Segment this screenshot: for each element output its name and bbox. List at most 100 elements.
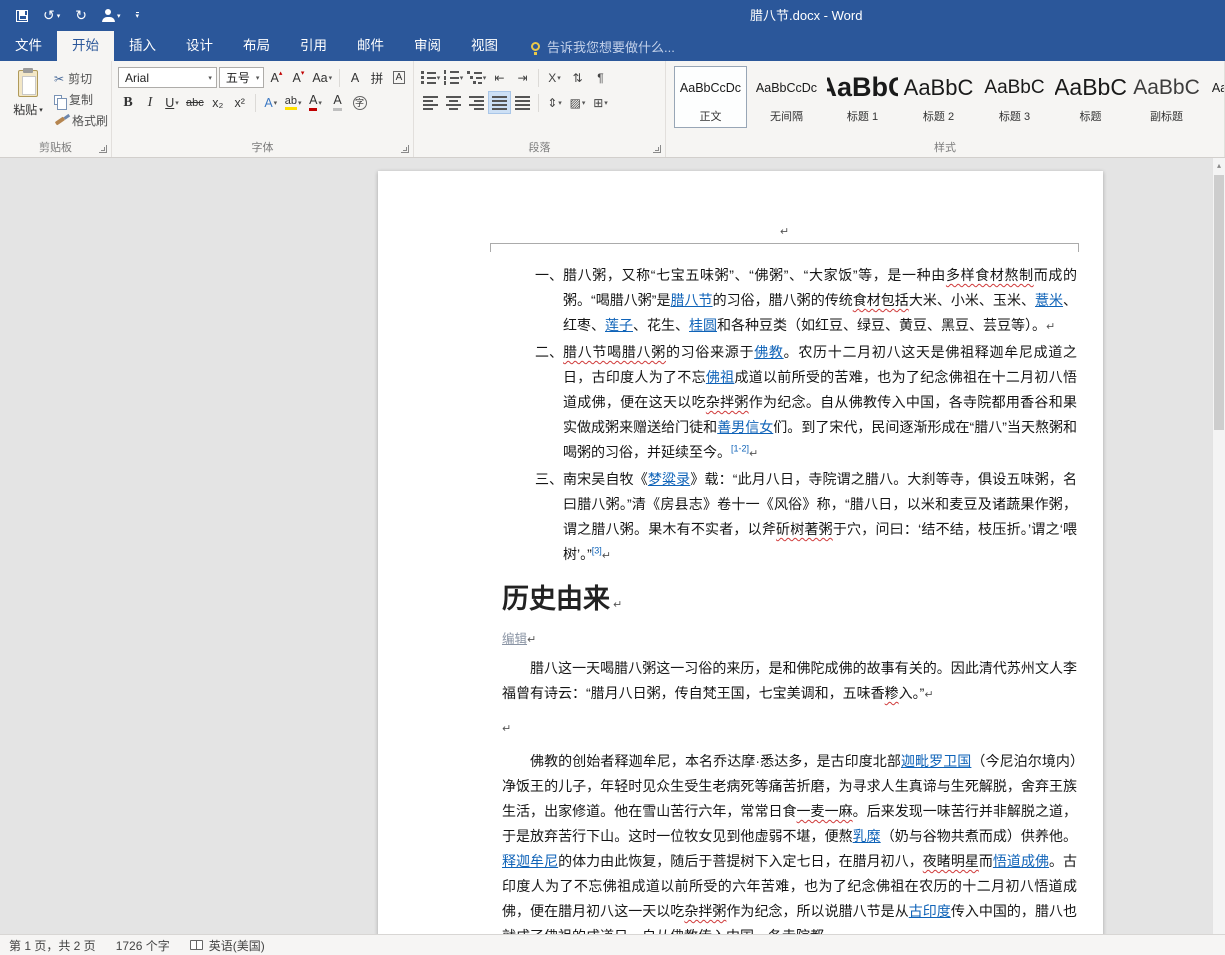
hyperlink[interactable]: 薏米	[1035, 292, 1063, 308]
undo-button[interactable]: ↺▾	[43, 7, 60, 24]
hyperlink[interactable]: 梦粱录	[648, 471, 690, 487]
tab-design[interactable]: 设计	[171, 31, 228, 61]
clipboard-dialog-launcher[interactable]	[99, 145, 107, 153]
hyperlink[interactable]: 腊八节	[671, 292, 713, 308]
page-number-indicator[interactable]: 第 1 页，共 2 页	[9, 937, 96, 954]
list-item: 三、南宋吴自牧《梦粱录》载：“此月八日，寺院谓之腊八。大刹等寺，俱设五味粥，名曰…	[563, 467, 1077, 569]
paste-dropdown-icon[interactable]: ▾	[39, 106, 43, 114]
style-heading-2[interactable]: AaBbC 标题 2	[902, 66, 975, 128]
align-left-button[interactable]	[420, 92, 441, 113]
tab-mailings[interactable]: 邮件	[342, 31, 399, 61]
numbering-button[interactable]: ▾	[443, 67, 464, 88]
user-account-button[interactable]: ▾	[102, 9, 121, 22]
grow-font-button[interactable]: A▴	[266, 67, 286, 88]
redo-button[interactable]: ↻	[75, 7, 87, 24]
borders-button[interactable]: ⊞▾	[590, 92, 611, 113]
font-color-button[interactable]: A▾	[306, 92, 326, 113]
style-subtitle[interactable]: AaBbC 副标题	[1130, 66, 1203, 128]
align-right-button[interactable]	[466, 92, 487, 113]
hyperlink[interactable]: 莲子	[605, 317, 633, 333]
text-run: 大米、小米、玉米、	[909, 292, 1035, 308]
hyperlink[interactable]: 桂圆	[689, 317, 717, 333]
decrease-indent-button[interactable]: ⇤	[489, 67, 510, 88]
hyperlink[interactable]: 迦毗罗卫国	[901, 753, 971, 769]
cut-button[interactable]: ✂剪切	[54, 70, 108, 87]
tab-file[interactable]: 文件	[0, 31, 57, 61]
italic-button[interactable]: I	[140, 92, 160, 113]
justify-button[interactable]	[489, 92, 510, 113]
asian-layout-button[interactable]: X▾	[544, 67, 565, 88]
save-button[interactable]	[16, 10, 28, 22]
font-dialog-launcher[interactable]	[401, 145, 409, 153]
phonetic-guide-button[interactable]: 拼	[367, 67, 387, 88]
text-effects-button[interactable]: A▾	[261, 92, 281, 113]
style-heading-1[interactable]: AaBbC 标题 1	[826, 66, 899, 128]
style-no-spacing[interactable]: AaBbCcDc 无间隔	[750, 66, 823, 128]
undo-dropdown-icon[interactable]: ▾	[57, 12, 61, 20]
tab-insert[interactable]: 插入	[114, 31, 171, 61]
tab-view[interactable]: 视图	[456, 31, 513, 61]
document-page[interactable]: ↵ 一、腊八粥，又称“七宝五味粥”、“佛粥”、“大家饭”等，是一种由多样食材熬制…	[378, 171, 1103, 934]
change-case-button[interactable]: Aa▾	[310, 67, 334, 88]
style-normal[interactable]: AaBbCcDc 正文	[674, 66, 747, 128]
enclose-characters-button[interactable]: 字	[350, 92, 370, 113]
vertical-scrollbar[interactable]: ▴	[1212, 158, 1225, 934]
text-effects-icon: A	[264, 96, 272, 110]
hyperlink[interactable]: 古印度	[909, 903, 951, 919]
highlight-color-button[interactable]: ab▾	[283, 92, 304, 113]
bullets-button[interactable]: ▾	[420, 67, 441, 88]
reference-link[interactable]: [1-2]	[731, 443, 749, 453]
tell-me-box[interactable]: 告诉我您想要做什么...	[531, 31, 675, 61]
shrink-font-button[interactable]: A▾	[288, 67, 308, 88]
font-size-select[interactable]: 五号▾	[219, 67, 265, 88]
scrollbar-thumb[interactable]	[1214, 175, 1224, 430]
hyperlink[interactable]: 释迦牟尼	[502, 853, 558, 869]
sort-button[interactable]: ⇅	[567, 67, 588, 88]
scroll-up-arrow[interactable]: ▴	[1213, 161, 1225, 170]
subscript-button[interactable]: x₂	[208, 92, 228, 113]
character-border-button[interactable]: A	[389, 67, 409, 88]
superscript-button[interactable]: x²	[230, 92, 250, 113]
bold-icon: B	[123, 95, 132, 111]
proofing-indicator[interactable]: 英语(美国)	[190, 937, 265, 954]
hyperlink[interactable]: 悟道成佛	[993, 853, 1049, 869]
copy-button[interactable]: 复制	[54, 91, 108, 108]
paragraph-dialog-launcher[interactable]	[653, 145, 661, 153]
shading-icon: ▨	[570, 96, 581, 110]
hyperlink[interactable]: 佛祖	[706, 369, 735, 385]
strikethrough-button[interactable]: abc	[184, 92, 206, 113]
paste-button[interactable]: 粘贴▾	[4, 65, 52, 141]
shading-button[interactable]: ▨▾	[567, 92, 588, 113]
increase-indent-button[interactable]: ⇥	[512, 67, 533, 88]
tab-references[interactable]: 引用	[285, 31, 342, 61]
clear-formatting-button[interactable]: A	[345, 67, 365, 88]
line-spacing-button[interactable]: ⇕▾	[544, 92, 565, 113]
document-content[interactable]: 一、腊八粥，又称“七宝五味粥”、“佛粥”、“大家饭”等，是一种由多样食材熬制而成…	[378, 263, 1103, 934]
reference-link[interactable]: [3]	[592, 545, 602, 555]
hyperlink[interactable]: 善男信女	[717, 419, 773, 435]
hyperlink[interactable]: 乳糜	[853, 828, 881, 844]
paragraph-mark: ↵	[527, 634, 536, 646]
format-painter-button[interactable]: 格式刷	[54, 112, 108, 129]
style-title[interactable]: AaBbC 标题	[1054, 66, 1127, 128]
text-run: 腊八粥，又称“七宝五味粥”、“佛粥”、“大家饭”等，是一种由	[563, 267, 946, 283]
paragraph-mark: ↵	[613, 599, 622, 611]
tab-layout[interactable]: 布局	[228, 31, 285, 61]
tab-review[interactable]: 审阅	[399, 31, 456, 61]
character-shading-button[interactable]: A	[328, 92, 348, 113]
font-name-select[interactable]: Arial▾	[118, 67, 217, 88]
hyperlink[interactable]: 佛教	[754, 344, 783, 360]
underline-button[interactable]: U▾	[162, 92, 182, 113]
tab-home[interactable]: 开始	[57, 31, 114, 61]
edit-link[interactable]: 编辑	[502, 632, 527, 646]
word-count-indicator[interactable]: 1726 个字	[116, 937, 170, 954]
style-subtle-emphasis[interactable]: AaBbCcDc 不明	[1206, 66, 1225, 128]
bold-button[interactable]: B	[118, 92, 138, 113]
style-heading-3[interactable]: AaBbC 标题 3	[978, 66, 1051, 128]
show-hide-marks-button[interactable]: ¶	[590, 67, 611, 88]
distribute-button[interactable]	[512, 92, 533, 113]
customize-qat-button[interactable]: ▾	[136, 12, 140, 20]
multilevel-list-button[interactable]: ▾	[466, 67, 487, 88]
align-center-button[interactable]	[443, 92, 464, 113]
document-area[interactable]: ↵ 一、腊八粥，又称“七宝五味粥”、“佛粥”、“大家饭”等，是一种由多样食材熬制…	[0, 158, 1225, 934]
